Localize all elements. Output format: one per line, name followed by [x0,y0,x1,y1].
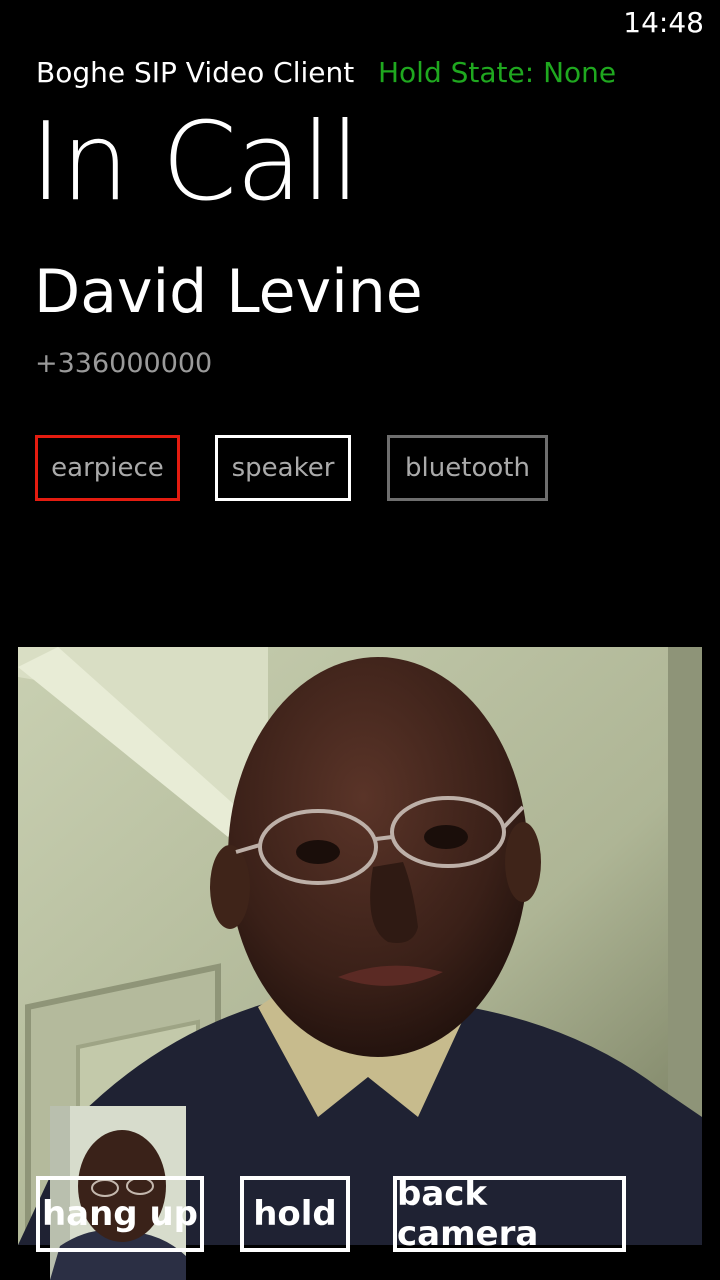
speaker-button[interactable]: speaker [215,435,351,501]
status-time: 14:48 [623,6,704,39]
caller-name: David Levine [34,257,423,327]
bluetooth-button[interactable]: bluetooth [387,435,548,501]
back-camera-button[interactable]: back camera [393,1174,626,1254]
page-title: In Call [30,100,360,225]
hold-state-label: Hold State: None [378,56,617,89]
hang-up-button[interactable]: hang up [36,1176,204,1252]
app-title: Boghe SIP Video Client [36,56,355,89]
caller-number: +336000000 [35,348,213,379]
hold-button[interactable]: hold [240,1176,350,1252]
earpiece-button[interactable]: earpiece [35,435,180,501]
